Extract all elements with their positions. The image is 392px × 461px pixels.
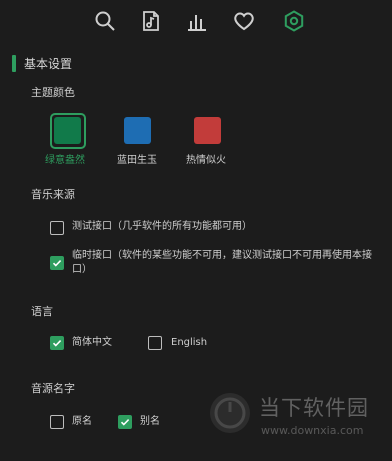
checkmark-icon: [52, 340, 62, 347]
source-original-checkbox[interactable]: [50, 415, 64, 429]
theme-color-label: 主题颜色: [31, 86, 75, 99]
watermark-url: www.downxia.com: [261, 424, 364, 437]
watermark-name: 当下软件园: [259, 396, 369, 420]
theme-label-red: 热情似火: [186, 155, 226, 166]
temp-api-checkbox[interactable]: [50, 256, 64, 270]
watermark-logo-icon: [210, 393, 250, 433]
music-file-icon[interactable]: [139, 9, 163, 33]
lang-zh-text: 简体中文: [72, 337, 112, 348]
source-alias-checkbox[interactable]: [118, 415, 132, 429]
top-nav-bar: [0, 0, 392, 44]
section-title-text: 基本设置: [24, 56, 73, 71]
checkmark-icon: [52, 260, 62, 267]
settings-gear-icon[interactable]: [282, 9, 306, 33]
checkmark-icon: [120, 419, 130, 426]
theme-swatch-blue[interactable]: [124, 117, 151, 144]
theme-swatch-green[interactable]: [54, 117, 81, 144]
theme-label-blue: 蓝田生玉: [117, 155, 157, 166]
source-name-label: 音源名字: [31, 382, 75, 395]
lang-zh-checkbox[interactable]: [50, 336, 64, 350]
theme-swatch-red[interactable]: [194, 117, 221, 144]
section-accent-bar: [12, 54, 16, 72]
test-api-checkbox[interactable]: [50, 221, 64, 235]
test-api-option-text: 测试接口（几乎软件的所有功能都可用）: [72, 221, 252, 232]
language-label: 语言: [31, 305, 53, 318]
section-title-basic: 基本设置: [12, 54, 72, 72]
lang-en-checkbox[interactable]: [148, 336, 162, 350]
temp-api-option-text: 临时接口（软件的某些功能不可用，建议测试接口不可用再使用本接口）: [72, 250, 372, 275]
music-source-label: 音乐来源: [31, 188, 75, 201]
source-original-text: 原名: [72, 416, 92, 427]
search-icon[interactable]: [93, 9, 117, 33]
watermark: 当下软件园 www.downxia.com: [203, 388, 389, 448]
heart-icon[interactable]: [232, 9, 256, 33]
theme-label-green: 绿意盎然: [45, 155, 85, 166]
source-alias-text: 别名: [140, 416, 160, 427]
chart-icon[interactable]: [185, 9, 209, 33]
lang-en-text: English: [171, 337, 208, 348]
